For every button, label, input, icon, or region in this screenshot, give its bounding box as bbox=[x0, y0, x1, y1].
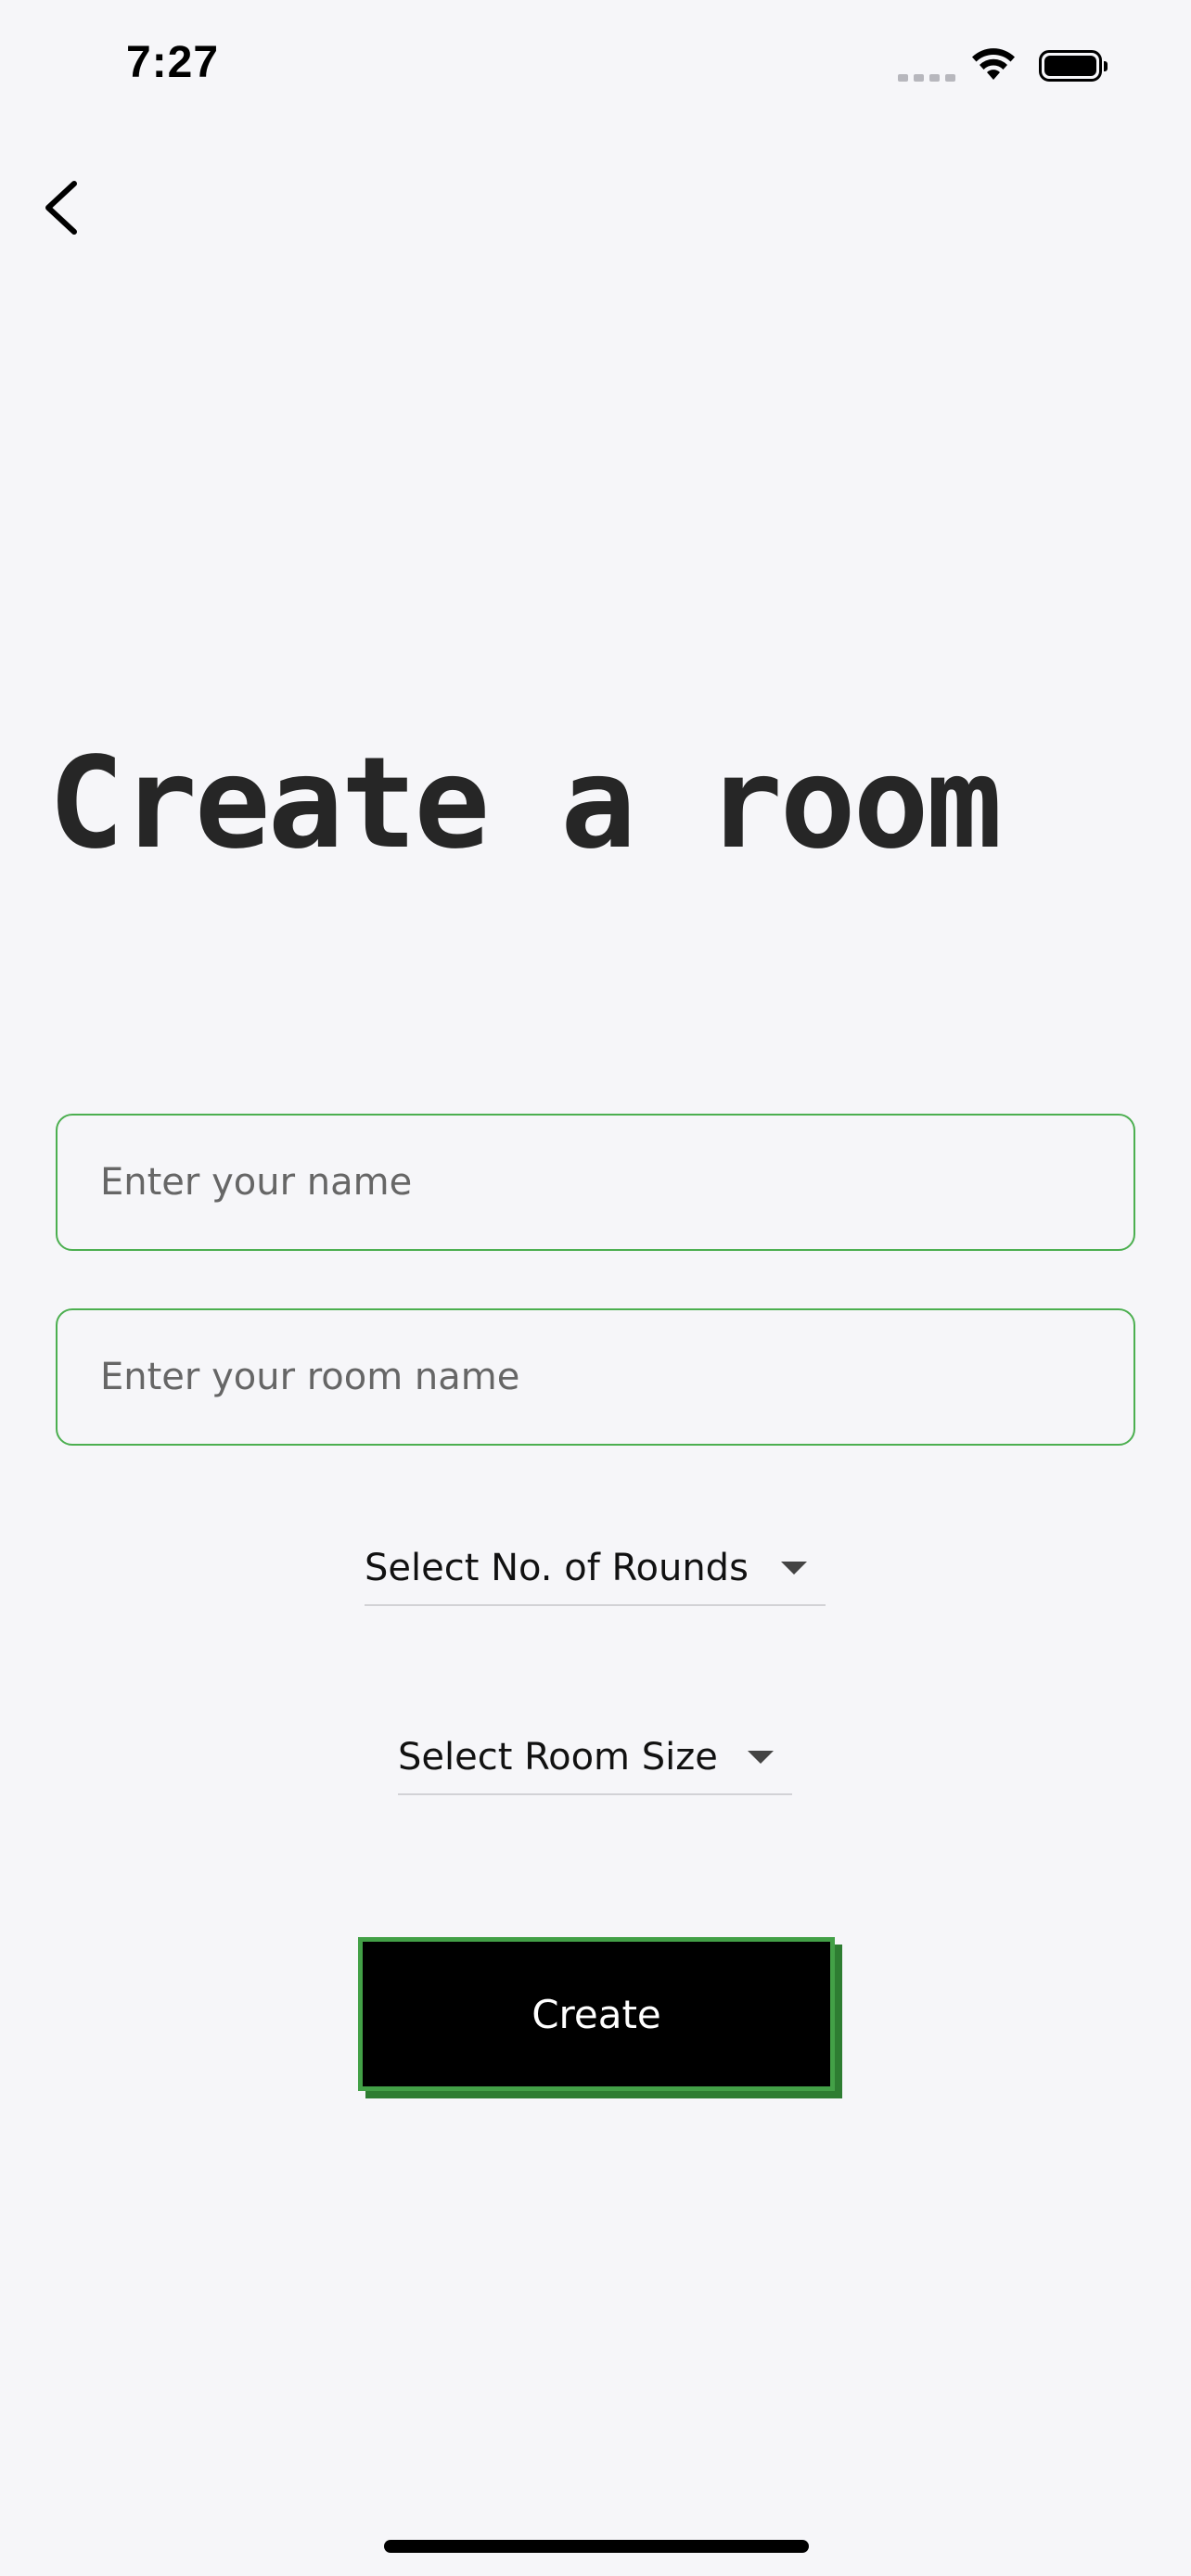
page-title: Create a room bbox=[48, 731, 1002, 877]
chevron-left-icon bbox=[45, 181, 77, 235]
room-size-dropdown-label: Select Room Size bbox=[398, 1736, 718, 1779]
rounds-dropdown-label: Select No. of Rounds bbox=[365, 1547, 749, 1589]
create-button-wrapper: Create bbox=[358, 1937, 842, 2098]
back-button[interactable] bbox=[32, 167, 91, 249]
room-size-dropdown[interactable]: Select Room Size bbox=[398, 1721, 792, 1795]
caret-down-icon bbox=[781, 1562, 807, 1575]
caret-down-icon bbox=[748, 1751, 774, 1764]
create-button[interactable]: Create bbox=[358, 1937, 835, 2091]
room-name-input[interactable] bbox=[56, 1308, 1135, 1446]
name-input[interactable] bbox=[56, 1114, 1135, 1251]
rounds-dropdown[interactable]: Select No. of Rounds bbox=[365, 1532, 826, 1606]
home-indicator bbox=[384, 2540, 809, 2553]
battery-icon bbox=[1039, 50, 1108, 82]
wifi-icon bbox=[972, 48, 1015, 80]
cellular-signal-icon bbox=[898, 74, 955, 82]
status-icons bbox=[898, 45, 1121, 91]
status-time: 7:27 bbox=[126, 38, 220, 87]
